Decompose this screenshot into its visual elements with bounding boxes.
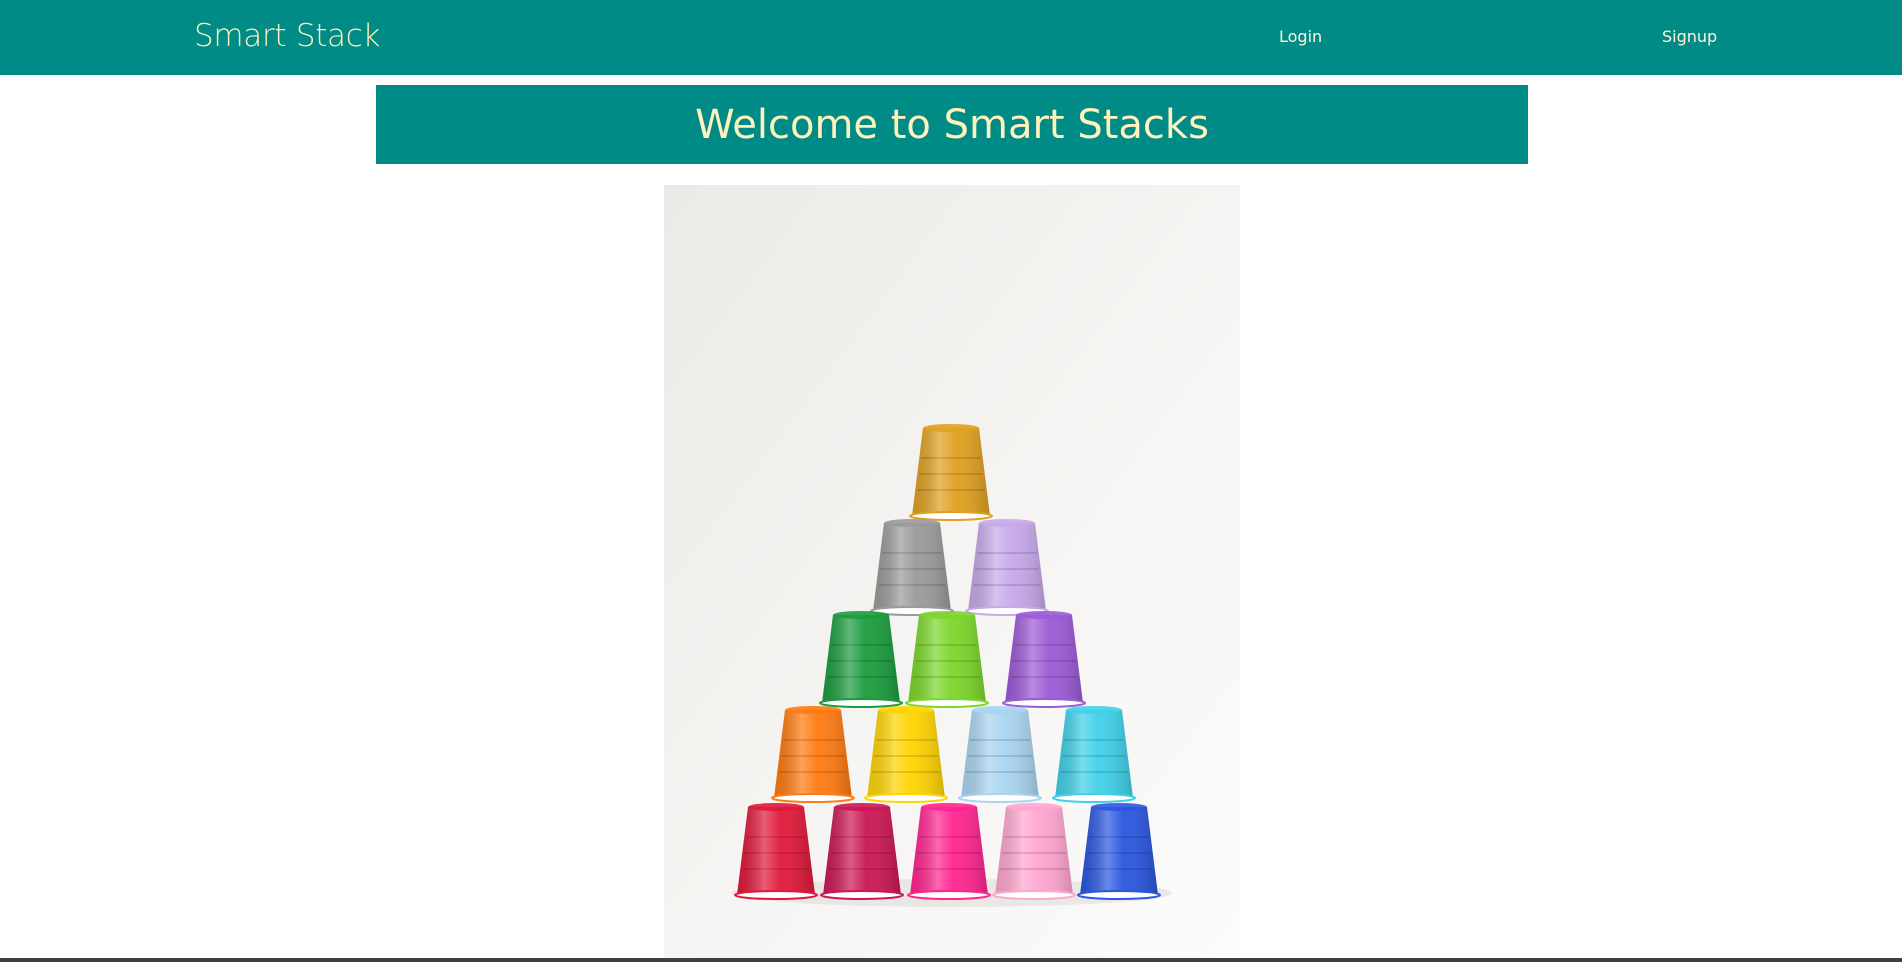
cup-row5-4	[992, 803, 1076, 900]
cup-row2-2	[965, 519, 1049, 616]
cup-row4-4	[1052, 706, 1136, 803]
cup-row5-2	[820, 803, 904, 900]
brand-link[interactable]: Smart Stack	[194, 18, 380, 54]
cup-row1-1	[909, 424, 993, 521]
login-link[interactable]: Login	[1279, 27, 1322, 46]
cup-row5-3	[907, 803, 991, 900]
cup-row5-5	[1077, 803, 1161, 900]
window-bottom-edge	[0, 958, 1902, 962]
cup-row4-2	[864, 706, 948, 803]
hero-image	[664, 185, 1240, 958]
cup-row2-1	[870, 519, 954, 616]
welcome-banner: Welcome to Smart Stacks	[376, 85, 1528, 164]
signup-link[interactable]: Signup	[1662, 27, 1717, 46]
cup-row5-1	[734, 803, 818, 900]
cup-row4-3	[958, 706, 1042, 803]
cup-row3-3	[1002, 611, 1086, 708]
page-title: Welcome to Smart Stacks	[695, 101, 1209, 148]
cup-row4-1	[771, 706, 855, 803]
top-navbar: Smart Stack Login Signup	[0, 0, 1902, 75]
cup-row3-1	[819, 611, 903, 708]
cup-row3-2	[905, 611, 989, 708]
